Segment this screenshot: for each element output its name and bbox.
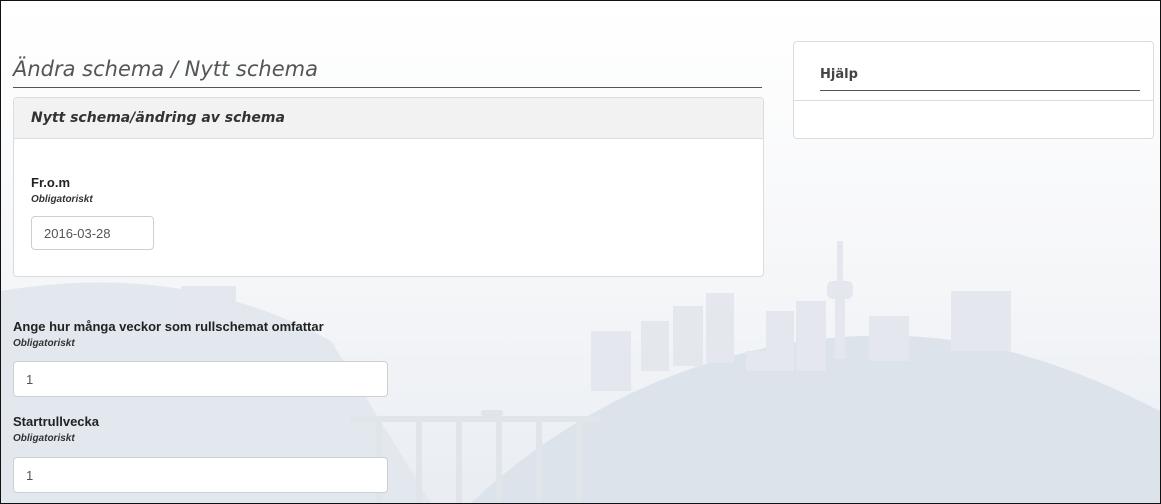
help-body bbox=[794, 100, 1153, 138]
panel-header: Nytt schema/ändring av schema bbox=[14, 98, 763, 139]
start-week-required-note: Obligatoriskt bbox=[13, 433, 75, 444]
from-date-required-note: Obligatoriskt bbox=[31, 194, 93, 205]
start-week-input[interactable]: 1 bbox=[13, 457, 388, 493]
start-week-label: Startrullvecka bbox=[13, 414, 99, 429]
new-schedule-panel: Nytt schema/ändring av schema Fr.o.m Obl… bbox=[13, 97, 764, 277]
from-date-input[interactable]: 2016-03-28 bbox=[31, 216, 154, 250]
help-panel: Hjälp bbox=[793, 41, 1154, 139]
from-date-label: Fr.o.m bbox=[31, 175, 71, 190]
weeks-count-required-note: Obligatoriskt bbox=[13, 338, 75, 349]
app-frame: Ändra schema / Nytt schema Nytt schema/ä… bbox=[0, 0, 1161, 504]
weeks-count-input[interactable]: 1 bbox=[13, 361, 388, 397]
weeks-count-label: Ange hur många veckor som rullschemat om… bbox=[13, 319, 324, 334]
help-title: Hjälp bbox=[820, 67, 1140, 91]
page-title: Ändra schema / Nytt schema bbox=[13, 57, 762, 88]
